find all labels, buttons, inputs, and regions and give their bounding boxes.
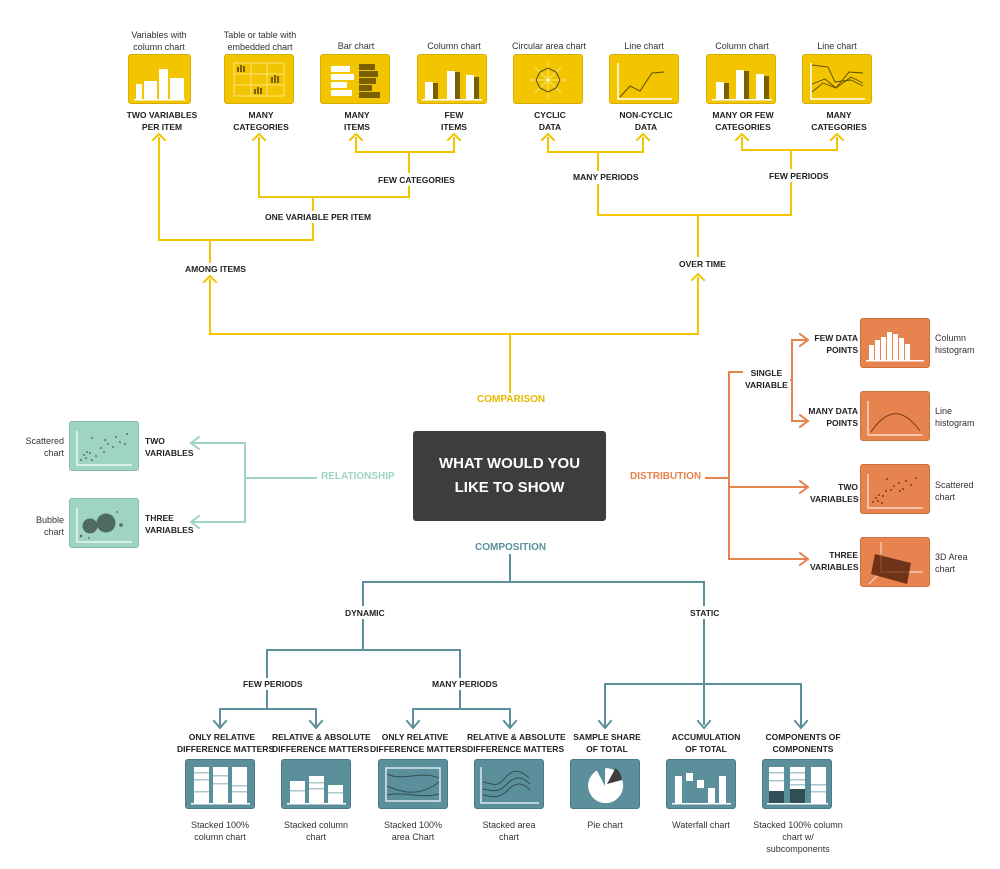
scatter-chart-icon[interactable] [69, 421, 139, 471]
line-chart-icon[interactable] [609, 54, 679, 104]
chart-name: Circular area chart [511, 41, 587, 51]
chart-name: Stacked 100% column chart [190, 820, 250, 842]
central-question-line2: LIKE TO SHOW [454, 479, 565, 496]
condition-label: ONLY RELATIVE DIFFERENCE MATTERS [370, 732, 468, 754]
condition-label: MANY CATEGORIES [811, 110, 867, 132]
waterfall-chart-icon[interactable] [666, 759, 736, 809]
branch-among-items: AMONG ITEMS [183, 263, 248, 275]
condition-label: RELATIVE & ABSOLUTE DIFFERENCE MATTERS [272, 732, 371, 754]
composition-connectors [212, 554, 809, 730]
chart-name: Line histogram [935, 406, 975, 428]
branch-many-periods: MANY PERIODS [430, 678, 500, 690]
condition-label: MANY OR FEW CATEGORIES [712, 110, 774, 132]
branch-over-time: OVER TIME [677, 258, 728, 270]
relationship-connectors [189, 435, 317, 530]
branch-one-variable-per-item: ONE VARIABLE PER ITEM [263, 211, 374, 223]
chart-name: Bubble chart [35, 515, 64, 537]
bar-chart-icon[interactable] [320, 54, 390, 104]
condition-label: FEW DATA POINTS [814, 333, 858, 355]
chart-name: Scattered chart [25, 436, 64, 458]
chart-name: Stacked area chart [482, 820, 536, 842]
stacked-100-column-icon[interactable] [185, 759, 255, 809]
chart-name: Bar chart [337, 41, 375, 51]
category-distribution[interactable]: DISTRIBUTION [627, 471, 705, 482]
branch-many-periods: MANY PERIODS [571, 171, 641, 183]
chart-name: Line chart [624, 41, 664, 51]
stacked-area-icon[interactable] [474, 759, 544, 809]
chart-name: Scattered chart [935, 480, 974, 502]
condition-label: TWO VARIABLES [810, 482, 859, 504]
scatter-chart-icon[interactable] [860, 464, 930, 514]
condition-label: RELATIVE & ABSOLUTE DIFFERENCE MATTERS [467, 732, 566, 754]
branch-few-periods: FEW PERIODS [241, 678, 305, 690]
line-histogram-icon[interactable] [860, 391, 930, 441]
category-comparison[interactable]: COMPARISON [474, 394, 549, 405]
category-relationship[interactable]: RELATIONSHIP [318, 471, 398, 482]
3d-area-chart-icon[interactable] [860, 537, 930, 587]
column-histogram-icon[interactable] [860, 318, 930, 368]
condition-label: MANY CATEGORIES [233, 110, 289, 132]
multi-line-chart-icon[interactable] [802, 54, 872, 104]
pie-chart-icon[interactable] [570, 759, 640, 809]
branch-few-categories: FEW CATEGORIES [376, 174, 457, 186]
chart-name: Line chart [817, 41, 857, 51]
condition-label: TWO VARIABLES [145, 436, 194, 458]
condition-label: MANY DATA POINTS [808, 406, 858, 428]
condition-label: TWO VARIABLES PER ITEM [126, 110, 198, 132]
central-question-box[interactable]: WHAT WOULD YOU LIKE TO SHOW [413, 431, 606, 521]
condition-label: MANY ITEMS [344, 110, 370, 132]
stacked-100-area-icon[interactable] [378, 759, 448, 809]
chart-name: Waterfall chart [672, 820, 730, 830]
comparison-connectors [151, 132, 845, 393]
branch-dynamic: DYNAMIC [343, 607, 387, 619]
category-composition[interactable]: COMPOSITION [472, 542, 550, 553]
condition-label: THREE VARIABLES [145, 513, 194, 535]
circular-area-chart-icon[interactable] [513, 54, 583, 104]
variable-width-column-icon[interactable] [128, 54, 191, 104]
chart-name: Column chart [715, 41, 769, 51]
branch-static: STATIC [688, 607, 722, 619]
chart-name: Variables with column chart [131, 30, 187, 52]
chart-name: Table or table with embedded chart [223, 30, 297, 52]
stacked-column-icon[interactable] [281, 759, 351, 809]
column-chart-icon[interactable] [706, 54, 776, 104]
column-chart-icon[interactable] [417, 54, 487, 104]
chart-name: Column histogram [935, 333, 975, 355]
chart-name: Stacked column chart [283, 820, 349, 842]
condition-label: CYCLIC DATA [534, 110, 566, 132]
table-embedded-chart-icon[interactable] [224, 54, 294, 104]
chart-name: Stacked 100% column chart w/ subcomponent… [753, 820, 843, 854]
chart-name: Column chart [427, 41, 481, 51]
branch-single-variable: SINGLE VARIABLE [743, 367, 790, 391]
condition-label: ACCUMULATION OF TOTAL [671, 732, 741, 754]
condition-label: NON-CYCLIC DATA [619, 110, 673, 132]
chart-name: Pie chart [587, 820, 623, 830]
chart-name: Stacked 100% area Chart [383, 820, 443, 842]
branch-few-periods: FEW PERIODS [767, 170, 831, 182]
stacked-subcomponents-icon[interactable] [762, 759, 832, 809]
condition-label: THREE VARIABLES [810, 550, 859, 572]
condition-label: SAMPLE SHARE OF TOTAL [573, 732, 641, 754]
condition-label: FEW ITEMS [441, 110, 467, 132]
chart-name: 3D Area chart [935, 552, 968, 574]
condition-label: COMPONENTS OF COMPONENTS [765, 732, 841, 754]
condition-label: ONLY RELATIVE DIFFERENCE MATTERS [177, 732, 275, 754]
central-question-line1: WHAT WOULD YOU [438, 455, 581, 472]
bubble-chart-icon[interactable] [69, 498, 139, 548]
